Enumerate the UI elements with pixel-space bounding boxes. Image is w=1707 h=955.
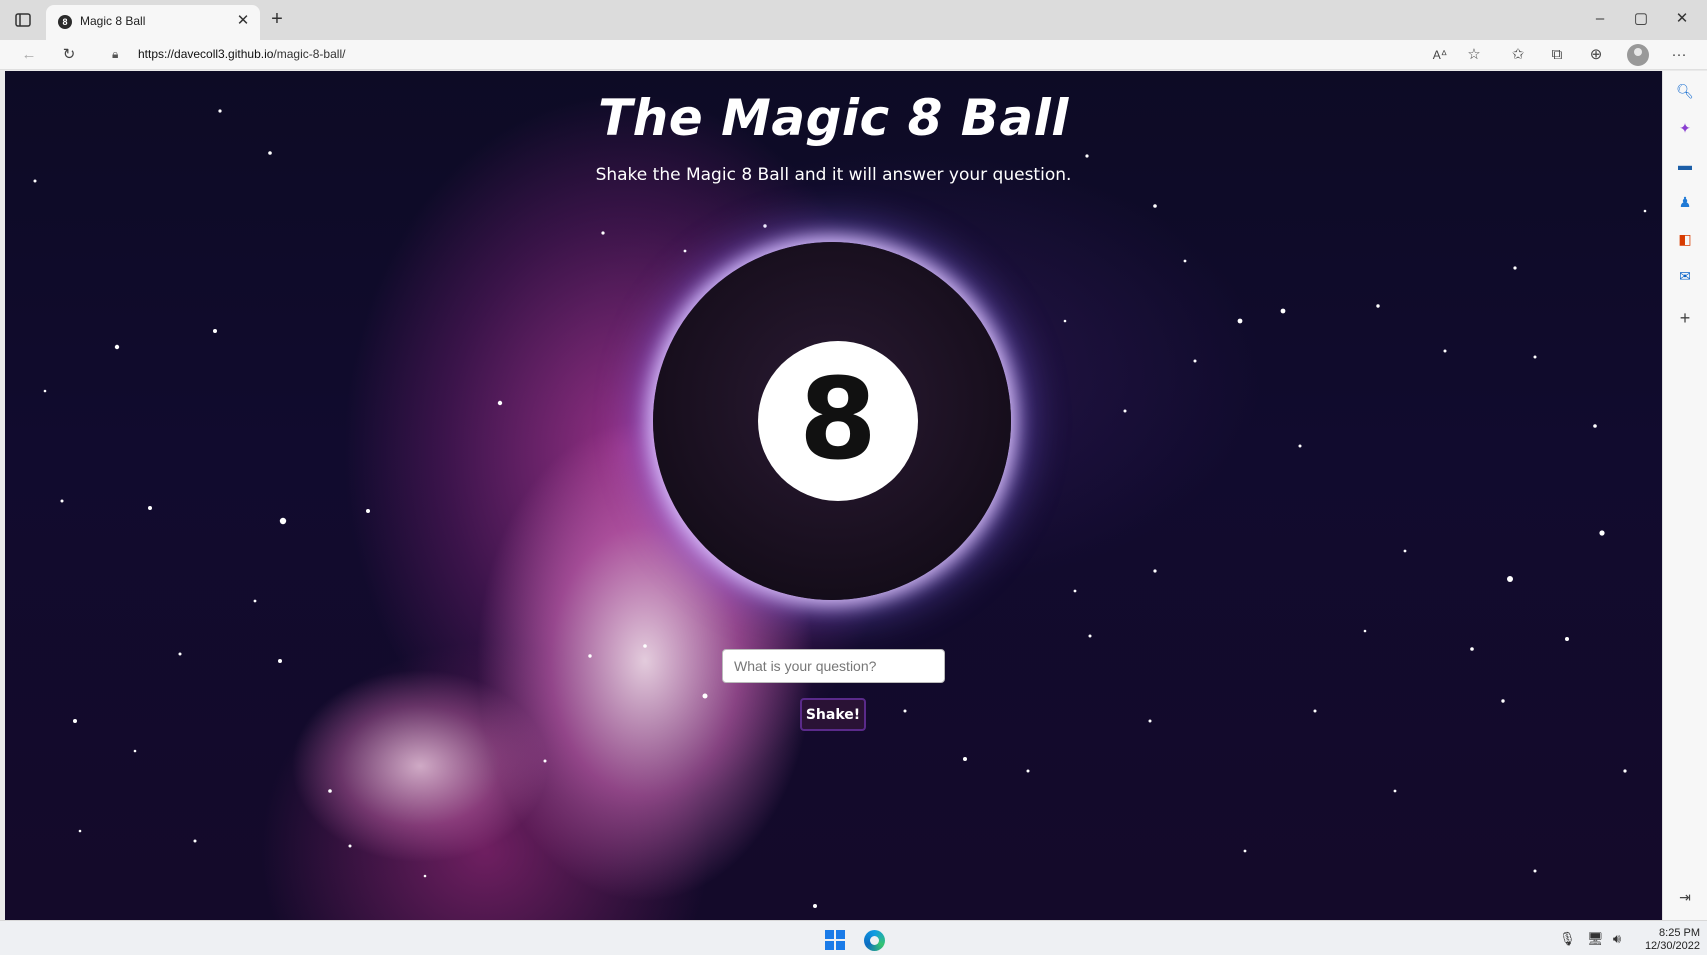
tab-actions-icon[interactable]: [14, 11, 32, 29]
outlook-icon[interactable]: ✉: [1675, 266, 1695, 286]
maximize-button[interactable]: ▢: [1628, 8, 1654, 30]
read-aloud-icon[interactable]: Aᐞ: [1429, 44, 1451, 66]
taskbar-clock[interactable]: 8:25 PM 12/30/2022: [1630, 927, 1700, 953]
extensions-icon[interactable]: ⊕: [1585, 44, 1607, 66]
question-input[interactable]: [722, 649, 945, 683]
minimize-button[interactable]: –: [1587, 8, 1613, 30]
volume-icon[interactable]: 🔊︎: [1609, 931, 1625, 947]
edge-icon[interactable]: [864, 930, 885, 951]
favorites-icon[interactable]: ✩: [1507, 44, 1529, 66]
lock-icon[interactable]: 🔒︎: [112, 47, 124, 61]
back-icon[interactable]: ←: [18, 44, 40, 66]
tools-icon[interactable]: ▬: [1675, 155, 1695, 175]
tab-favicon-icon: 8: [58, 15, 72, 29]
page-title: The Magic 8 Ball: [598, 89, 1069, 147]
clock-date: 12/30/2022: [1644, 940, 1700, 952]
collections-icon[interactable]: ⧉: [1546, 44, 1568, 66]
copilot-icon[interactable]: ✦: [1675, 118, 1695, 138]
close-window-button[interactable]: ✕: [1669, 8, 1695, 30]
plus-icon[interactable]: +: [266, 9, 288, 31]
browser-titlebar: 8 Magic 8 Ball ✕ + – ▢ ✕: [0, 0, 1707, 40]
refresh-icon[interactable]: ↻: [58, 44, 80, 66]
microphone-icon[interactable]: 🎙︎: [1559, 931, 1576, 947]
close-icon[interactable]: ✕: [234, 12, 252, 30]
browser-tab-active[interactable]: 8 Magic 8 Ball ✕: [46, 5, 260, 40]
edge-sidebar: 🔍︎ ✦ ▬ ♟ ◧ ✉ + ⇥: [1662, 71, 1707, 920]
profile-icon[interactable]: [1627, 44, 1649, 66]
url-text: https://davecoll3.github.io/magic-8-ball…: [138, 47, 346, 61]
more-icon[interactable]: ···: [1668, 44, 1690, 66]
ball-number-window: 8: [758, 341, 918, 501]
network-icon[interactable]: 🖥︎: [1587, 931, 1604, 947]
add-icon[interactable]: +: [1675, 308, 1695, 328]
hide-sidebar-icon[interactable]: ⇥: [1675, 887, 1695, 907]
tab-title: Magic 8 Ball: [80, 14, 146, 28]
page-subtitle: Shake the Magic 8 Ball and it will answe…: [595, 165, 1072, 185]
search-icon[interactable]: 🔍︎: [1675, 81, 1695, 101]
windows-start-icon[interactable]: [825, 930, 845, 950]
windows-taskbar: 🎙︎ 🖥︎ 🔊︎ 8:25 PM 12/30/2022: [0, 920, 1707, 955]
add-favorite-icon[interactable]: ☆: [1463, 44, 1485, 66]
address-bar[interactable]: 🔒︎ https://davecoll3.github.io/magic-8-b…: [98, 42, 1338, 68]
clock-time: 8:25 PM: [1659, 927, 1700, 939]
page-viewport: The Magic 8 Ball Shake the Magic 8 Ball …: [5, 71, 1662, 920]
games-icon[interactable]: ♟: [1675, 192, 1695, 212]
browser-toolbar: ← ↻ 🔒︎ https://davecoll3.github.io/magic…: [0, 40, 1707, 70]
office-icon[interactable]: ◧: [1675, 229, 1695, 249]
ball-number: 8: [799, 355, 877, 485]
magic-8-ball[interactable]: 8: [653, 242, 1011, 600]
shake-button[interactable]: Shake!: [800, 698, 866, 731]
